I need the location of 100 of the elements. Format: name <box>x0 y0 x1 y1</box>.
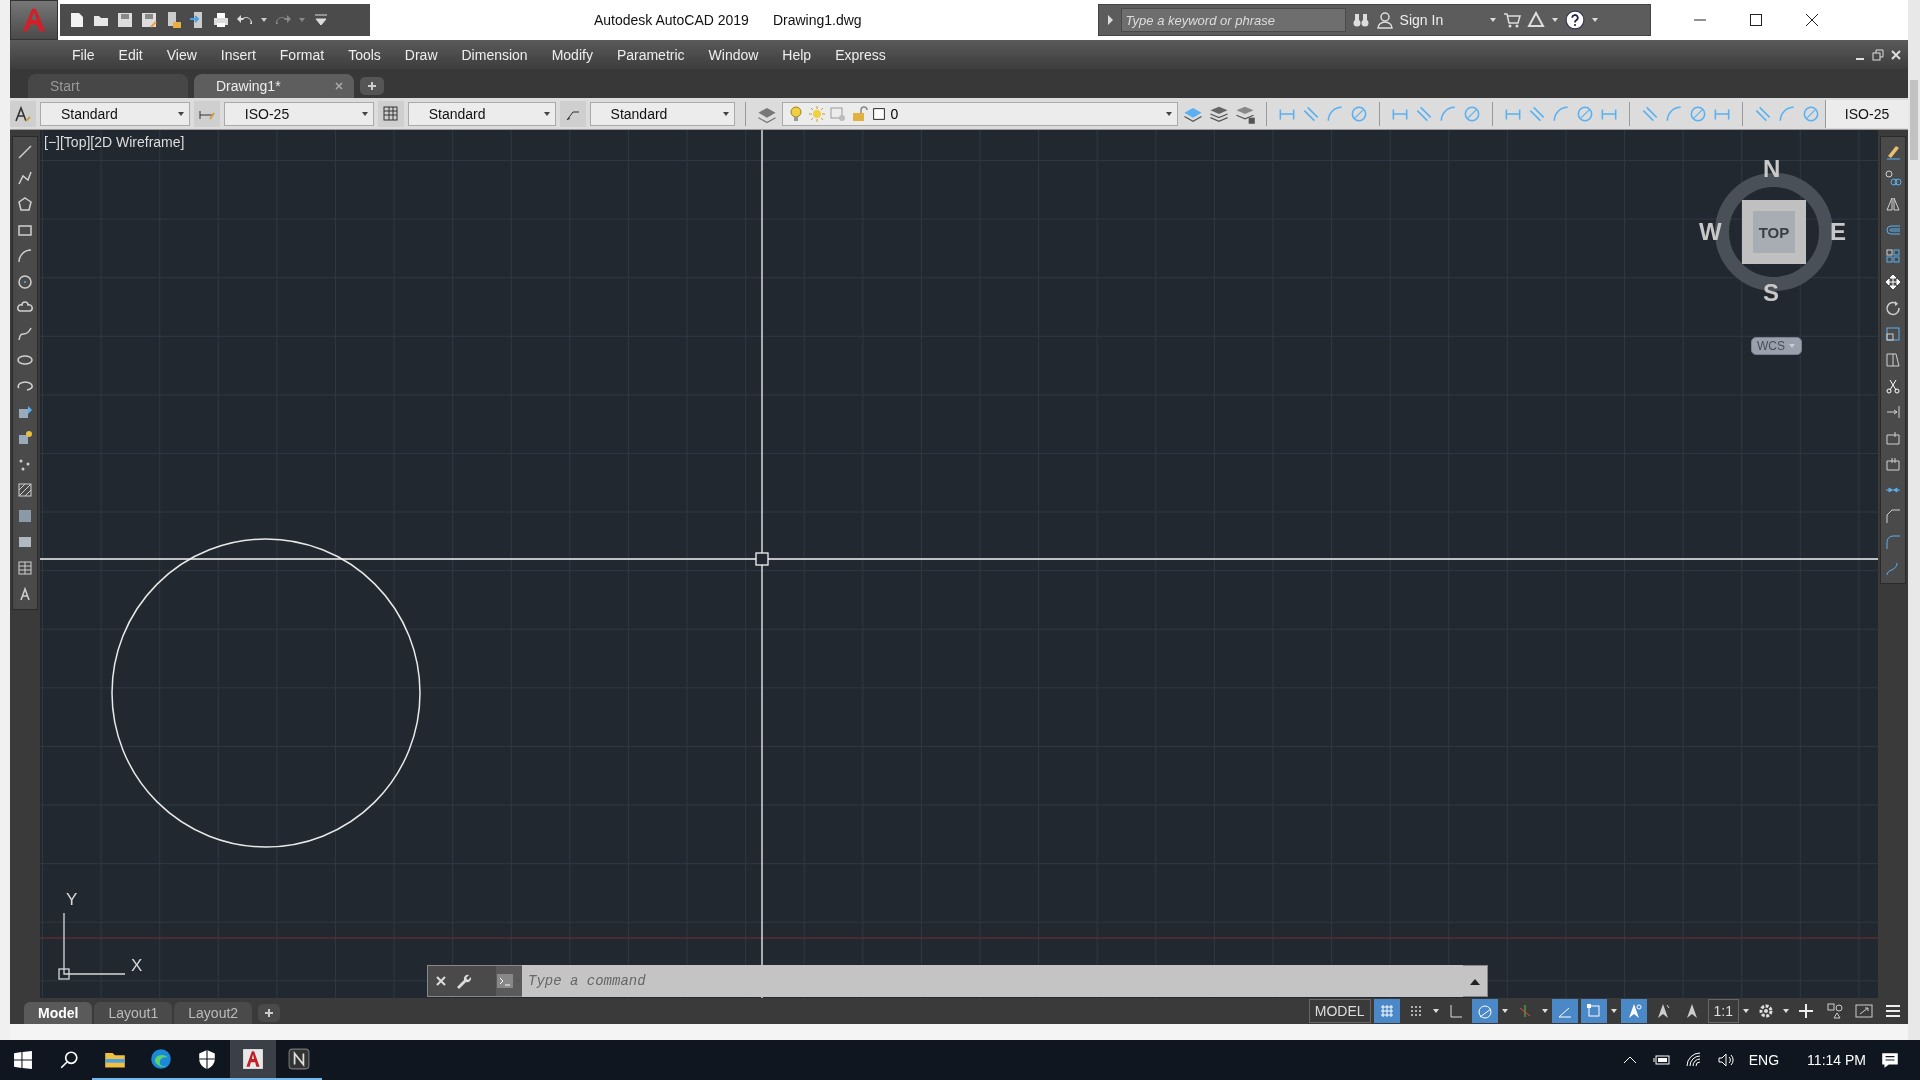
color-swatch-icon[interactable] <box>871 105 888 122</box>
new-file-icon[interactable] <box>68 11 86 29</box>
cart-icon[interactable] <box>1503 11 1522 29</box>
menu-item[interactable]: Modify <box>539 46 605 63</box>
menu-item[interactable]: Format <box>267 46 337 63</box>
axis-label: X <box>131 956 143 976</box>
browser-icon[interactable] <box>150 1048 172 1070</box>
fullscreen-icon[interactable] <box>1855 1002 1873 1020</box>
scissors-icon[interactable] <box>1884 377 1902 395</box>
autocad-icon[interactable] <box>242 1048 264 1070</box>
speaker-icon[interactable] <box>1716 1051 1735 1069</box>
menu-item[interactable]: File <box>60 46 107 63</box>
wifi-icon[interactable] <box>1684 1051 1703 1069</box>
taskbar-clock[interactable]: 11:14 PM <box>1807 1052 1866 1068</box>
compass-letter[interactable]: S <box>1763 279 1779 307</box>
compass-letter[interactable]: E <box>1830 218 1846 246</box>
new-tab-button[interactable] <box>360 77 384 95</box>
shapes-icon[interactable] <box>1826 1002 1844 1020</box>
drawing-canvas[interactable]: [−][Top][2D Wireframe] Y X N W TOP E S WCS Type a command <box>40 130 1878 998</box>
stretch-icon[interactable] <box>1884 351 1902 369</box>
arc-icon[interactable] <box>16 247 34 265</box>
gear-icon[interactable] <box>1757 1002 1775 1020</box>
text-style-icon[interactable] <box>14 104 32 123</box>
menu-item[interactable]: Edit <box>106 46 155 63</box>
viewcube-face[interactable]: TOP <box>1742 200 1806 264</box>
scale-icon[interactable] <box>1884 325 1902 343</box>
letter-n-icon[interactable] <box>288 1048 310 1070</box>
multileader-style-dropdown[interactable]: Standard <box>589 101 736 126</box>
mirror-icon[interactable] <box>1884 195 1902 213</box>
prompt-icon[interactable] <box>496 972 514 990</box>
notification-icon[interactable] <box>1880 1050 1900 1070</box>
move-icon[interactable] <box>1884 273 1902 291</box>
break-icon[interactable] <box>1884 455 1902 473</box>
model-space-button[interactable]: MODEL <box>1308 999 1371 1023</box>
copy-icon[interactable] <box>1884 169 1902 187</box>
search-field[interactable]: Type a keyword or phrase <box>1120 8 1346 32</box>
extend-icon[interactable] <box>1884 403 1902 421</box>
layout-tab[interactable]: Layout1 <box>94 1002 173 1024</box>
hatch-icon[interactable] <box>16 481 34 499</box>
menu-item[interactable]: Dimension <box>449 46 540 63</box>
compass-letter[interactable]: W <box>1699 218 1722 246</box>
menu-item[interactable]: Parametric <box>604 46 697 63</box>
chamfer-icon[interactable] <box>1884 507 1902 525</box>
menu-icon[interactable] <box>1884 1002 1902 1020</box>
menu-item[interactable]: Help <box>770 46 824 63</box>
menu-item[interactable]: Draw <box>392 46 450 63</box>
dimension-style-dropdown[interactable]: ISO-25 <box>223 101 374 126</box>
shield-icon[interactable] <box>197 1049 217 1069</box>
menu-item[interactable]: Window <box>696 46 771 63</box>
array-icon[interactable] <box>1884 247 1902 265</box>
help-icon[interactable] <box>1565 10 1586 30</box>
menu-item[interactable]: Insert <box>208 46 268 63</box>
windows-start-icon[interactable] <box>13 1050 33 1070</box>
layout-tab[interactable]: Layout2 <box>174 1002 253 1024</box>
text-style-dropdown[interactable]: Standard <box>39 101 190 126</box>
break-icon[interactable] <box>1884 429 1902 447</box>
annotation-scale-dropdown[interactable]: 1:1 <box>1707 999 1739 1023</box>
layout-tab[interactable]: Model <box>24 1002 93 1024</box>
line-icon[interactable] <box>16 143 34 161</box>
rotate-icon[interactable] <box>1884 299 1902 317</box>
command-input[interactable]: Type a command <box>522 965 1463 997</box>
table-icon[interactable] <box>16 559 34 577</box>
search-icon[interactable] <box>59 1050 79 1070</box>
polyline-icon[interactable] <box>16 169 34 187</box>
window-title: Autodesk AutoCAD 2019 <box>594 12 749 28</box>
circle-icon[interactable] <box>16 273 34 291</box>
plus-icon[interactable] <box>264 1008 275 1018</box>
application-menu-button[interactable] <box>10 0 58 40</box>
language-indicator[interactable]: ENG <box>1748 1052 1780 1068</box>
menu-item[interactable]: View <box>154 46 209 63</box>
dimension-style-field[interactable]: ISO-25 <box>1825 99 1908 128</box>
layer-dropdown[interactable]: 0 <box>782 101 1179 126</box>
plus-icon[interactable] <box>367 81 377 91</box>
user-icon[interactable] <box>1375 11 1394 29</box>
sign-in-link[interactable]: Sign In <box>1399 12 1444 28</box>
ucs-icon <box>58 912 126 980</box>
spline-icon[interactable] <box>16 325 34 343</box>
binoculars-icon[interactable] <box>1351 11 1370 29</box>
scrollbar-thumb[interactable] <box>1910 80 1918 160</box>
file-tab[interactable]: Drawing1* <box>194 74 354 98</box>
file-name: Drawing1.dwg <box>772 12 862 28</box>
new-layout-button[interactable] <box>258 1004 281 1022</box>
save-icon[interactable] <box>116 11 134 29</box>
eraser-icon[interactable] <box>1884 143 1902 161</box>
axis-label: Y <box>66 890 78 910</box>
table-style-dropdown[interactable]: Standard <box>407 101 556 126</box>
menu-item[interactable]: Tools <box>336 46 393 63</box>
save-as-icon[interactable] <box>140 11 158 29</box>
close-icon[interactable] <box>434 974 448 988</box>
restore-icon[interactable] <box>1872 48 1884 61</box>
taskbar-app[interactable] <box>230 1040 276 1080</box>
layer-name: 0 <box>890 105 900 122</box>
printer-icon[interactable] <box>212 11 230 29</box>
compass-letter[interactable]: N <box>1763 155 1781 183</box>
block-icon[interactable] <box>16 403 34 421</box>
table-style-icon[interactable] <box>381 104 400 123</box>
menu-item[interactable]: Express <box>823 46 898 63</box>
viewport-controls[interactable]: [−][Top][2D Wireframe] <box>44 134 185 150</box>
polygon-icon[interactable] <box>16 195 34 213</box>
block-icon[interactable] <box>16 429 34 447</box>
